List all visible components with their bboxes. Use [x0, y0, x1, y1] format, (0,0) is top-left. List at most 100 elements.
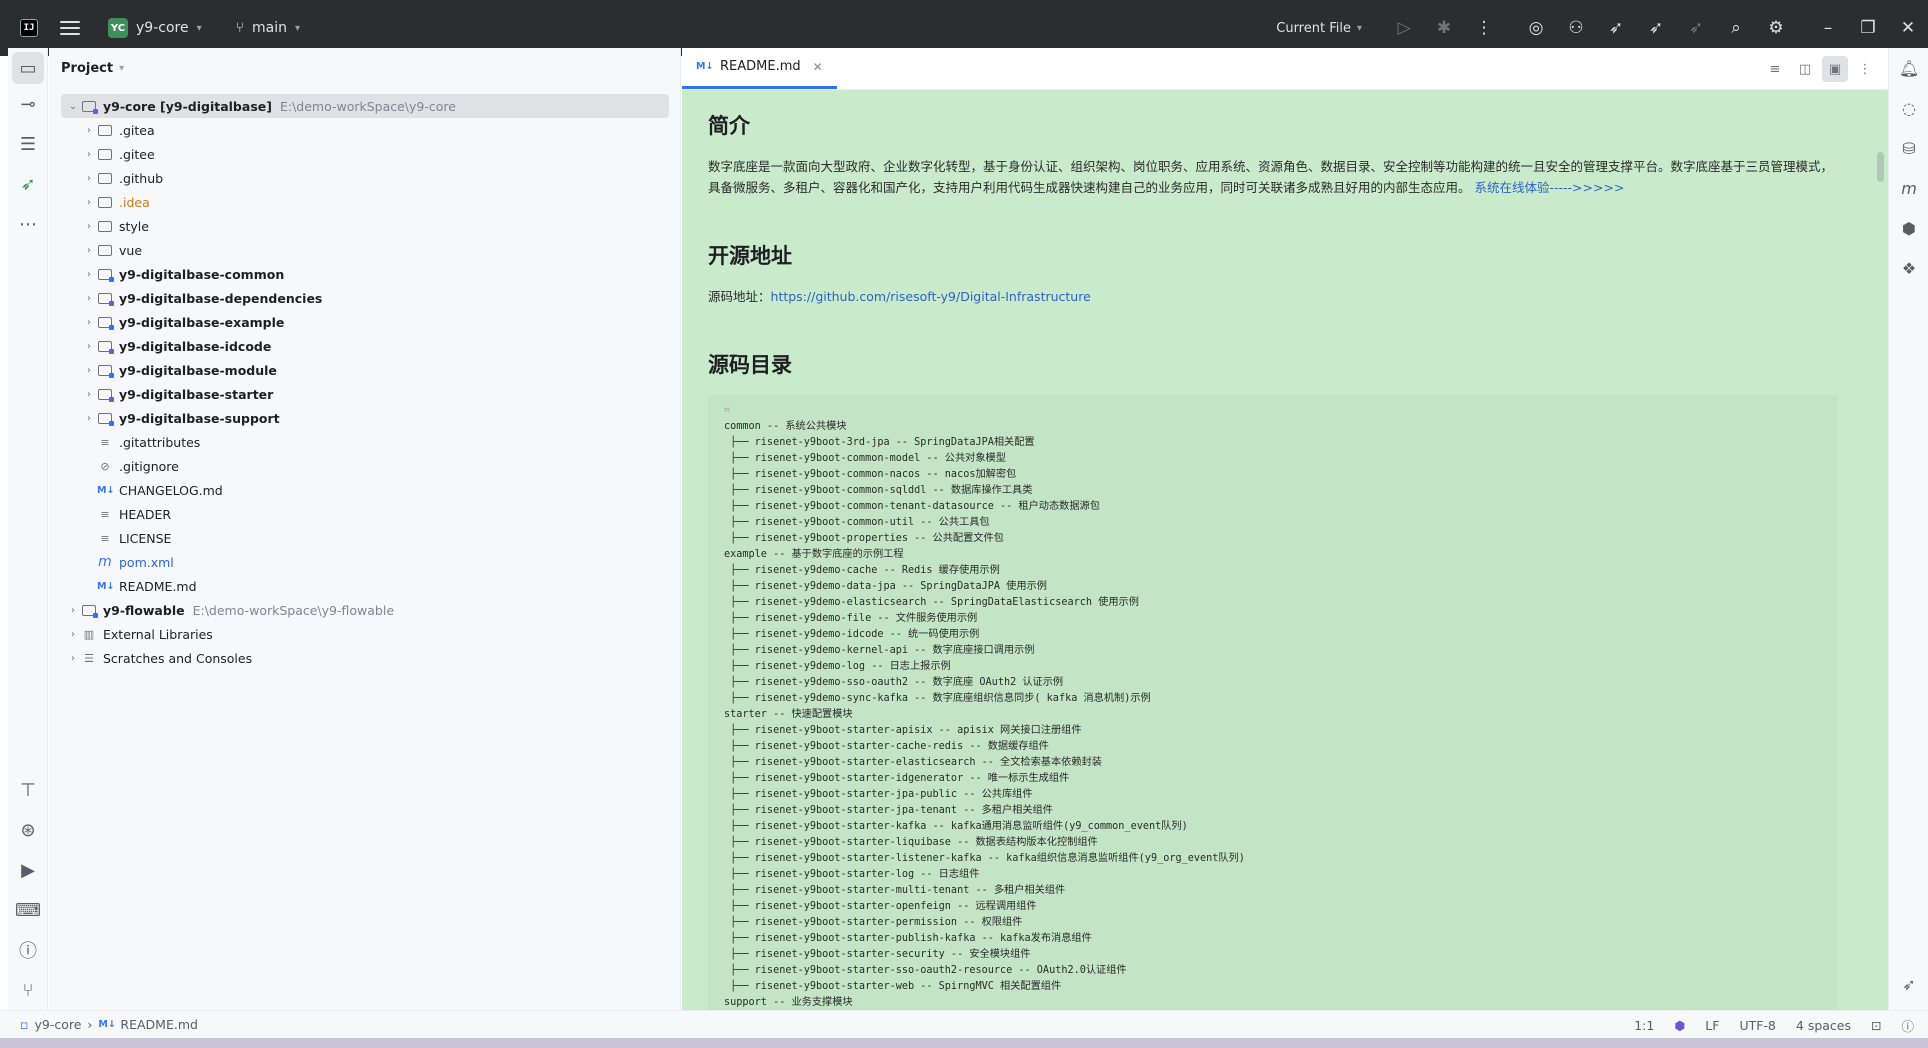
chevron-right-icon[interactable]: ›: [81, 149, 97, 160]
commit-icon[interactable]: ⊸: [8, 84, 48, 124]
chevron-right-icon[interactable]: ›: [65, 605, 81, 616]
services-icon[interactable]: ⊛: [8, 810, 48, 850]
tree-item[interactable]: M↓ README.md: [49, 574, 680, 598]
chevron-right-icon[interactable]: ›: [81, 389, 97, 400]
tree-item[interactable]: ⊘ .gitignore: [49, 454, 680, 478]
preview-only-view-icon[interactable]: ▣: [1822, 56, 1848, 82]
online-demo-link[interactable]: 系统在线体验----->>>>>: [1475, 180, 1625, 195]
tree-item[interactable]: › y9-digitalbase-support: [49, 406, 680, 430]
preview-scrollbar[interactable]: [1877, 152, 1884, 182]
inspection-warning-icon[interactable]: ⓘ: [1901, 1016, 1914, 1035]
tree-item[interactable]: › y9-digitalbase-idcode: [49, 334, 680, 358]
editor-more-icon[interactable]: ⋮: [1852, 56, 1878, 82]
tree-item[interactable]: › y9-digitalbase-example: [49, 310, 680, 334]
code-line: starter -- 快速配置模块: [724, 709, 853, 720]
markdown-file-icon: M↓: [98, 1019, 116, 1030]
tab-label: README.md: [720, 59, 801, 74]
tree-item[interactable]: › .gitea: [49, 118, 680, 142]
project-panel-header[interactable]: Project ▾: [49, 48, 680, 88]
split-view-icon[interactable]: ◫: [1792, 56, 1818, 82]
tree-item-label: External Libraries: [103, 626, 213, 642]
chevron-right-icon[interactable]: ›: [81, 221, 97, 232]
tree-item[interactable]: › style: [49, 214, 680, 238]
main-menu-icon[interactable]: [60, 21, 80, 35]
folder-icon: [97, 244, 113, 257]
project-panel: Project ▾ ⌄ y9-core [y9-digitalbase] E:\de…: [49, 48, 681, 1010]
git-icon[interactable]: ⑂: [8, 970, 48, 1010]
plugin-hex-icon[interactable]: ⬢: [1889, 208, 1928, 248]
tree-item[interactable]: › vue: [49, 238, 680, 262]
code-line: ├── risenet-y9boot-starter-liquibase -- …: [724, 837, 1098, 848]
chevron-right-icon[interactable]: ›: [81, 293, 97, 304]
project-badge: YC: [108, 18, 128, 38]
close-tab-icon[interactable]: ✕: [813, 60, 823, 74]
structure-icon[interactable]: ☰: [8, 124, 48, 164]
chevron-right-icon[interactable]: ›: [81, 341, 97, 352]
breadcrumb-project[interactable]: y9-core: [34, 1017, 81, 1032]
tree-item[interactable]: ≡ LICENSE: [49, 526, 680, 550]
notifications-bell-icon[interactable]: 🔔︎: [1889, 48, 1928, 88]
tree-item[interactable]: › y9-digitalbase-starter: [49, 382, 680, 406]
more-tools-icon[interactable]: ⋯: [8, 204, 48, 244]
terminal-icon[interactable]: ⌨: [8, 890, 48, 930]
ai-chat-icon[interactable]: ◌: [1889, 88, 1928, 128]
tree-item[interactable]: m pom.xml: [49, 550, 680, 574]
code-line: ├── risenet-y9boot-starter-cache-redis -…: [724, 741, 1049, 752]
file-encoding[interactable]: UTF-8: [1739, 1018, 1775, 1033]
project-tool-folder-icon[interactable]: ▭: [12, 52, 44, 84]
tree-item[interactable]: › y9-digitalbase-common: [49, 262, 680, 286]
read-only-lock-icon[interactable]: ⊡: [1871, 1018, 1881, 1033]
tree-item-label: CHANGELOG.md: [119, 482, 223, 498]
tree-item[interactable]: ≡ HEADER: [49, 502, 680, 526]
github-link[interactable]: https://github.com/risesoft-y9/Digital-I…: [771, 289, 1091, 304]
database-icon[interactable]: ⛁: [1889, 128, 1928, 168]
chevron-right-icon[interactable]: ›: [81, 245, 97, 256]
chevron-right-icon[interactable]: ›: [81, 365, 97, 376]
project-switcher[interactable]: YC y9-core ▾: [108, 18, 202, 38]
markdown-preview[interactable]: 简介 数字底座是一款面向大型政府、企业数字化转型，基于身份认证、组织架构、岗位职…: [682, 90, 1888, 1010]
build-hammer-icon[interactable]: ⊤: [8, 770, 48, 810]
tab-readme[interactable]: M↓ README.md ✕: [682, 47, 837, 89]
tree-item[interactable]: M↓ CHANGELOG.md: [49, 478, 680, 502]
code-line: ├── risenet-y9boot-starter-elasticsearch…: [724, 757, 1102, 768]
chevron-down-icon[interactable]: ⌄: [65, 101, 81, 112]
chevron-right-icon[interactable]: ›: [65, 629, 81, 640]
jrebel-panel-icon[interactable]: ➶: [1889, 964, 1928, 1004]
branch-switcher[interactable]: ⑂ main ▾: [236, 20, 300, 36]
code-line: ├── risenet-y9boot-common-nacos -- nacos…: [724, 469, 1017, 480]
tree-item[interactable]: ⌄ y9-core [y9-digitalbase] E:\demo-workSpa…: [61, 94, 669, 118]
ai-status-icon[interactable]: ⬢: [1674, 1018, 1685, 1033]
line-separator[interactable]: LF: [1705, 1018, 1719, 1033]
chevron-right-icon[interactable]: ›: [81, 269, 97, 280]
chevron-right-icon[interactable]: ›: [65, 653, 81, 664]
chevron-right-icon[interactable]: ›: [81, 413, 97, 424]
caret-position[interactable]: 1:1: [1634, 1018, 1654, 1033]
tree-item[interactable]: › y9-digitalbase-module: [49, 358, 680, 382]
chevron-right-icon[interactable]: ›: [81, 125, 97, 136]
tree-item[interactable]: › .github: [49, 166, 680, 190]
chevron-right-icon[interactable]: ›: [81, 173, 97, 184]
code-line: ├── risenet-y9demo-file -- 文件服务使用示例: [724, 613, 978, 624]
breadcrumb-file[interactable]: README.md: [120, 1017, 198, 1032]
tree-item-label: .gitattributes: [119, 434, 201, 450]
plugin-cubes-icon[interactable]: ❖: [1889, 248, 1928, 288]
run-config-selector[interactable]: Current File ▾: [1276, 21, 1362, 36]
run-tool-icon[interactable]: ▶: [8, 850, 48, 890]
tree-item[interactable]: ≡ .gitattributes: [49, 430, 680, 454]
tree-item[interactable]: › y9-digitalbase-dependencies: [49, 286, 680, 310]
tree-item[interactable]: › .gitee: [49, 142, 680, 166]
tree-item[interactable]: › y9-flowable E:\demo-workSpace\y9-flowabl…: [49, 598, 680, 622]
chevron-right-icon[interactable]: ›: [81, 197, 97, 208]
editor-only-view-icon[interactable]: ≡: [1762, 56, 1788, 82]
maven-icon[interactable]: m: [1889, 168, 1928, 208]
chevron-right-icon[interactable]: ›: [81, 317, 97, 328]
tree-item-label: y9-flowable: [103, 602, 185, 618]
code-line: ├── risenet-y9boot-common-tenant-datasou…: [724, 501, 1100, 512]
jrebel-icon[interactable]: ➶: [8, 164, 48, 204]
tree-item[interactable]: › ▥ External Libraries: [49, 622, 680, 646]
problems-icon[interactable]: ⓘ: [8, 930, 48, 970]
indent-setting[interactable]: 4 spaces: [1796, 1018, 1851, 1033]
tree-item[interactable]: › .idea: [49, 190, 680, 214]
branch-icon: ⑂: [235, 20, 245, 36]
tree-item[interactable]: › ☰ Scratches and Consoles: [49, 646, 680, 670]
